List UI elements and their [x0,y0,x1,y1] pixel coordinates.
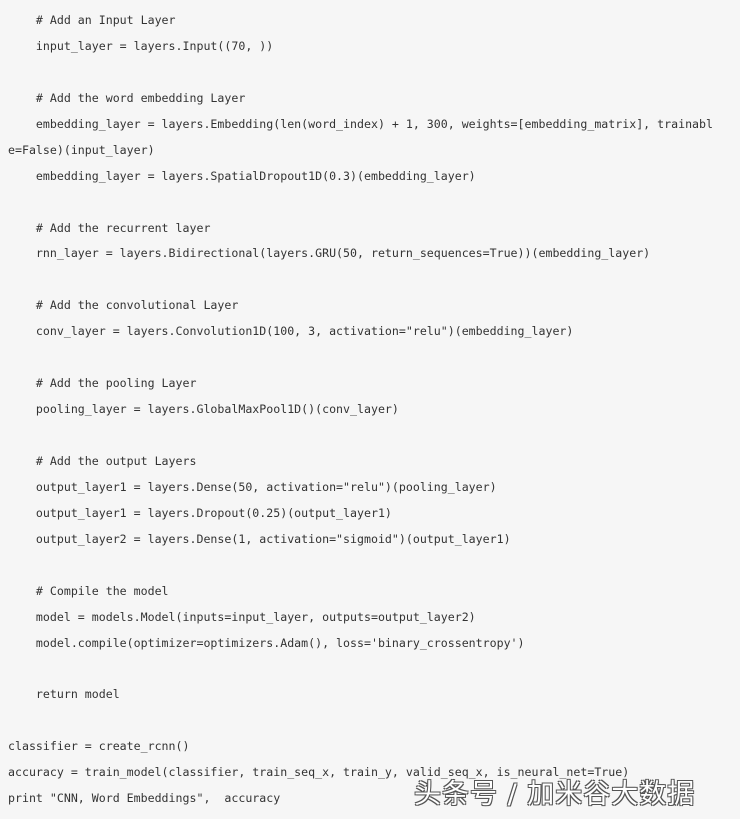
code-line: e=False)(input_layer) [8,142,155,157]
code-line: # Add an Input Layer [8,13,176,27]
code-line: output_layer1 = layers.Dense(50, activat… [8,479,497,494]
code-line: output_layer1 = layers.Dropout(0.25)(out… [8,505,392,520]
code-line: # Compile the model [8,583,169,598]
watermark: 头条号 / 加米谷大数据 [414,779,696,810]
code-line: embedding_layer = layers.Embedding(len(w… [8,116,713,131]
code-line: embedding_layer = layers.SpatialDropout1… [8,168,476,183]
code-line: # Add the pooling Layer [8,376,197,391]
code-line: return model [8,687,120,702]
code-line: # Add the word embedding Layer [8,90,246,105]
code-line: rnn_layer = layers.Bidirectional(layers.… [8,246,651,261]
code-line: pooling_layer = layers.GlobalMaxPool1D()… [8,402,399,417]
code-line: # Add the convolutional Layer [8,298,239,313]
code-line: conv_layer = layers.Convolution1D(100, 3… [8,324,574,339]
code-line: # Add the output Layers [8,453,197,468]
code-line: input_layer = layers.Input((70, )) [8,38,274,53]
code-line: output_layer2 = layers.Dense(1, activati… [8,531,511,546]
code-line: classifier = create_rcnn() [8,739,190,754]
code-line: model = models.Model(inputs=input_layer,… [8,609,476,624]
code-block: # Add an Input Layer input_layer = layer… [8,8,713,812]
code-line: model.compile(optimizer=optimizers.Adam(… [8,635,525,650]
code-line: # Add the recurrent layer [8,220,211,235]
